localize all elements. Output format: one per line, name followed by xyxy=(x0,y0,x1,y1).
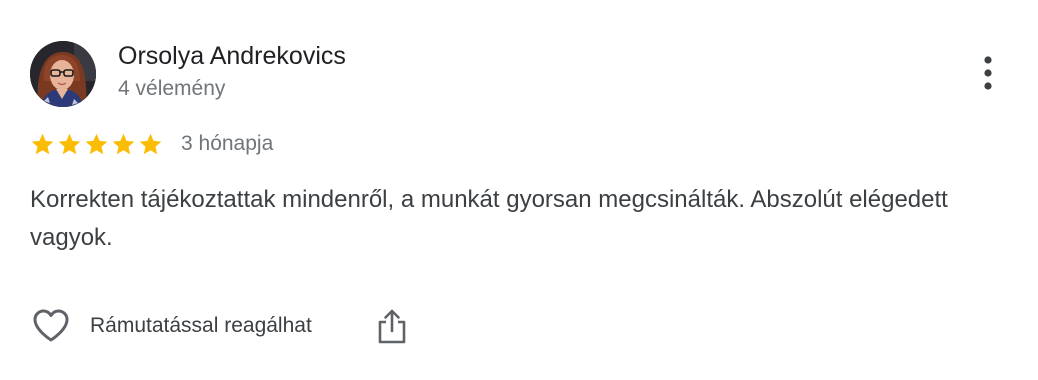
more-vert-icon xyxy=(984,56,992,90)
star-icon xyxy=(139,133,162,154)
heart-outline-icon xyxy=(33,309,69,342)
avatar-photo xyxy=(30,41,96,107)
author-name[interactable]: Orsolya Andrekovics xyxy=(118,41,346,71)
star-icon xyxy=(31,133,54,154)
share-button[interactable] xyxy=(376,304,408,348)
avatar[interactable] xyxy=(30,41,96,107)
star-icon xyxy=(58,133,81,154)
more-options-button[interactable] xyxy=(968,50,1008,96)
star-icon xyxy=(85,133,108,154)
star-rating xyxy=(30,132,165,157)
like-button[interactable]: Rámutatással reagálhat xyxy=(30,305,312,347)
author-review-count[interactable]: 4 vélemény xyxy=(118,76,225,102)
star-icon xyxy=(112,133,135,154)
review-actions: Rámutatással reagálhat xyxy=(30,304,408,348)
review-card: Orsolya Andrekovics 4 vélemény 3 hónapja… xyxy=(0,0,1038,380)
review-text: Korrekten tájékoztattak mindenről, a mun… xyxy=(30,186,948,251)
share-icon xyxy=(378,309,406,344)
rating-row: 3 hónapja xyxy=(30,130,273,158)
review-time: 3 hónapja xyxy=(181,132,274,155)
like-label: Rámutatással reagálhat xyxy=(90,314,312,337)
